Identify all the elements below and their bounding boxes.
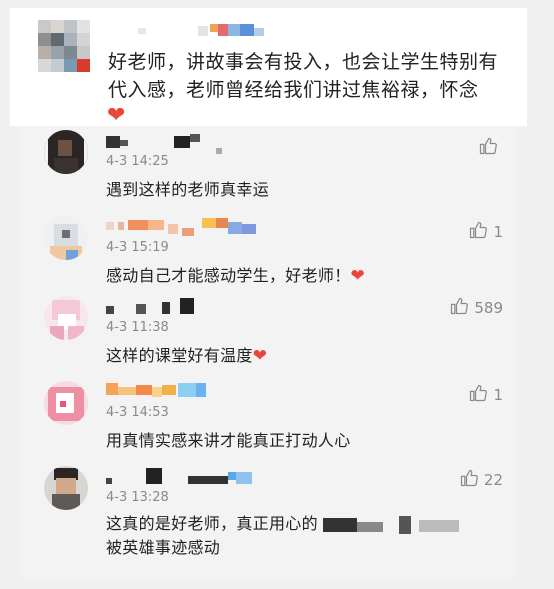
avatar[interactable]: [44, 296, 88, 340]
like-count: 22: [483, 471, 503, 489]
avatar[interactable]: [44, 381, 88, 425]
username-obscured[interactable]: [106, 298, 266, 314]
avatar[interactable]: [38, 20, 90, 72]
comment-text: 这样的课堂好有温度❤: [106, 346, 268, 366]
like-count: 589: [474, 299, 503, 317]
comment-text: 遇到这样的老师真幸运: [106, 180, 270, 199]
top-comment[interactable]: 好老师，讲故事会有投入，也会让学生特别有 代入感，老师曾经给我们讲过焦裕禄，怀念…: [10, 8, 527, 128]
comment-text: 感动自己才能感动学生，好老师！❤: [106, 266, 366, 286]
avatar[interactable]: [44, 130, 88, 174]
thumbs-up-icon: [468, 383, 488, 407]
username-obscured[interactable]: [106, 383, 266, 399]
comment-date: 4-3 14:53: [106, 405, 169, 420]
list-item[interactable]: 4-3 15:19 感动自己才能感动学生，好老师！❤ 1: [20, 216, 517, 294]
thumbs-up-icon: [459, 468, 479, 492]
like-button[interactable]: [478, 136, 503, 160]
comment-date: 4-3 11:38: [106, 320, 169, 335]
comment-text: 好老师，讲故事会有投入，也会让学生特别有 代入感，老师曾经给我们讲过焦裕禄，怀念: [108, 51, 499, 101]
heart-icon: ❤: [252, 346, 268, 366]
comment-date: 4-3 15:19: [106, 240, 169, 255]
username-obscured[interactable]: [106, 132, 266, 154]
heart-icon: ❤: [350, 266, 366, 286]
username-obscured[interactable]: [106, 468, 266, 484]
like-count: 1: [493, 386, 503, 404]
like-button[interactable]: 589: [449, 296, 503, 320]
username-obscured[interactable]: [106, 218, 266, 236]
list-item[interactable]: 4-3 13:28 这真的是好老师，真正用心的 被英雄事迹感动 22: [20, 466, 517, 576]
like-count: 1: [493, 223, 503, 241]
comment-date: 4-3 14:25: [106, 154, 169, 169]
thumbs-up-icon: [468, 220, 488, 244]
comment-page: 好老师，讲故事会有投入，也会让学生特别有 代入感，老师曾经给我们讲过焦裕禄，怀念…: [0, 0, 554, 589]
avatar[interactable]: [44, 216, 88, 260]
heart-icon: ❤: [107, 103, 126, 128]
list-item[interactable]: 4-3 14:25 遇到这样的老师真幸运: [20, 130, 517, 208]
thumbs-up-icon: [449, 296, 469, 320]
username-obscured[interactable]: [138, 24, 298, 38]
like-button[interactable]: 1: [468, 383, 503, 407]
like-button[interactable]: 1: [468, 220, 503, 244]
obscured-text: [323, 515, 473, 534]
comment-date: 4-3 13:28: [106, 490, 169, 505]
comment-text: 这真的是好老师，真正用心的 被英雄事迹感动: [106, 512, 506, 560]
comment-text: 用真情实感来讲才能真正打动人心: [106, 431, 351, 450]
like-button[interactable]: 22: [459, 468, 503, 492]
avatar[interactable]: [44, 466, 88, 510]
comment-list: 4-3 14:25 遇到这样的老师真幸运 4-3 15:19 感动自己才能感动学…: [20, 126, 517, 578]
thumbs-up-icon: [478, 136, 498, 160]
list-item[interactable]: 4-3 14:53 用真情实感来讲才能真正打动人心 1: [20, 381, 517, 459]
list-item[interactable]: 4-3 11:38 这样的课堂好有温度❤ 589: [20, 296, 517, 374]
